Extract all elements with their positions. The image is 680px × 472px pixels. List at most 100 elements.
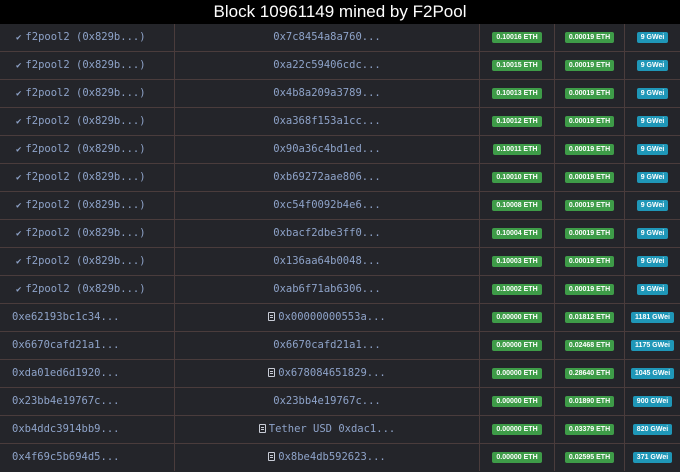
fee-cell: 0.00019 ETH — [555, 108, 625, 135]
gas-cell: 9 GWei — [625, 164, 680, 191]
table-row[interactable]: ✔ f2pool2 (0x829b...) 0xa368f153a1cc... 0.1… — [0, 108, 680, 136]
from-address-cell: ✔ f2pool2 (0x829b...) — [0, 164, 175, 191]
to-address-link[interactable]: 0xbacf2dbe3ff0... — [273, 227, 380, 239]
table-row[interactable]: ✔ f2pool2 (0x829b...) 0xc54f0092b4e6... 0.1… — [0, 192, 680, 220]
fee-badge: 0.28640 ETH — [564, 368, 615, 379]
fee-badge: 0.01812 ETH — [564, 312, 615, 323]
to-address-cell: 0xab6f71ab6306... — [175, 276, 480, 303]
gas-price-badge: 9 GWei — [636, 32, 669, 43]
from-address-link[interactable]: f2pool2 (0x829b...) — [25, 199, 145, 211]
gas-cell: 9 GWei — [625, 108, 680, 135]
to-address-cell: 0xbacf2dbe3ff0... — [175, 220, 480, 247]
fee-cell: 0.00019 ETH — [555, 164, 625, 191]
from-address-link[interactable]: f2pool2 (0x829b...) — [25, 143, 145, 155]
from-address-link[interactable]: f2pool2 (0x829b...) — [25, 283, 145, 295]
gas-price-badge: 9 GWei — [636, 228, 669, 239]
fee-cell: 0.02468 ETH — [555, 332, 625, 359]
gas-cell: 371 GWei — [625, 444, 680, 471]
table-row[interactable]: 0x4f69c5b694d5... 0x8be4db592623... 0.0000… — [0, 444, 680, 472]
to-address-link[interactable]: 0x00000000553a... — [278, 311, 385, 323]
page: Block 10961149 mined by F2Pool ✔ f2pool2 … — [0, 0, 680, 471]
from-address-link[interactable]: f2pool2 (0x829b...) — [25, 227, 145, 239]
table-row[interactable]: ✔ f2pool2 (0x829b...) 0xb69272aae806... 0.1… — [0, 164, 680, 192]
gas-price-badge: 820 GWei — [632, 424, 673, 435]
gas-price-badge: 371 GWei — [632, 452, 673, 463]
fee-cell: 0.02595 ETH — [555, 444, 625, 471]
checkmark-icon: ✔ — [16, 61, 22, 71]
from-address-link[interactable]: 0x23bb4e19767c... — [12, 395, 119, 407]
to-address-link[interactable]: 0x8be4db592623... — [278, 451, 385, 463]
fee-cell: 0.00019 ETH — [555, 80, 625, 107]
from-address-link[interactable]: 0xda01ed6d1920... — [12, 367, 119, 379]
to-address-link[interactable]: 0x4b8a209a3789... — [273, 87, 380, 99]
to-address-link[interactable]: 0xa368f153a1cc... — [273, 115, 380, 127]
table-row[interactable]: 0xda01ed6d1920... 0x678084651829... 0.0000… — [0, 360, 680, 388]
from-address-link[interactable]: f2pool2 (0x829b...) — [25, 59, 145, 71]
fee-badge: 0.03379 ETH — [564, 424, 615, 435]
from-address-link[interactable]: 0xb4ddc3914bb9... — [12, 423, 119, 435]
value-badge: 0.10004 ETH — [492, 228, 542, 239]
checkmark-icon: ✔ — [16, 173, 22, 183]
to-address-link[interactable]: 0xab6f71ab6306... — [273, 283, 380, 295]
gas-price-badge: 9 GWei — [636, 172, 669, 183]
fee-cell: 0.00019 ETH — [555, 220, 625, 247]
to-address-link[interactable]: 0x136aa64b0048... — [273, 255, 380, 267]
to-address-link[interactable]: Tether USD 0xdac1... — [269, 423, 395, 435]
from-address-link[interactable]: 0x6670cafd21a1... — [12, 339, 119, 351]
gas-cell: 9 GWei — [625, 24, 680, 51]
table-row[interactable]: 0xb4ddc3914bb9... Tether USD 0xdac1... 0.0… — [0, 416, 680, 444]
table-row[interactable]: 0x23bb4e19767c... 0x23bb4e19767c... 0.0000… — [0, 388, 680, 416]
from-address-link[interactable]: f2pool2 (0x829b...) — [25, 115, 145, 127]
checkmark-icon: ✔ — [16, 257, 22, 267]
page-title: Block 10961149 mined by F2Pool — [0, 0, 680, 24]
transactions-table: ✔ f2pool2 (0x829b...) 0x7c8454a8a760... 0.1… — [0, 24, 680, 471]
to-address-cell: 0x23bb4e19767c... — [175, 388, 480, 415]
fee-cell: 0.00019 ETH — [555, 248, 625, 275]
table-row[interactable]: ✔ f2pool2 (0x829b...) 0x136aa64b0048... 0.1… — [0, 248, 680, 276]
from-address-cell: ✔ f2pool2 (0x829b...) — [0, 52, 175, 79]
table-row[interactable]: ✔ f2pool2 (0x829b...) 0x7c8454a8a760... 0.1… — [0, 24, 680, 52]
table-row[interactable]: ✔ f2pool2 (0x829b...) 0xab6f71ab6306... 0.1… — [0, 276, 680, 304]
table-row[interactable]: ✔ f2pool2 (0x829b...) 0x4b8a209a3789... 0.1… — [0, 80, 680, 108]
from-address-link[interactable]: 0xe62193bc1c34... — [12, 311, 119, 323]
to-address-cell: 0x7c8454a8a760... — [175, 24, 480, 51]
to-address-link[interactable]: 0x23bb4e19767c... — [273, 395, 380, 407]
to-address-link[interactable]: 0xb69272aae806... — [273, 171, 380, 183]
table-row[interactable]: 0xe62193bc1c34... 0x00000000553a... 0.0000… — [0, 304, 680, 332]
table-row[interactable]: ✔ f2pool2 (0x829b...) 0xa22c59406cdc... 0.1… — [0, 52, 680, 80]
fee-badge: 0.00019 ETH — [564, 228, 615, 239]
from-address-link[interactable]: f2pool2 (0x829b...) — [25, 255, 145, 267]
from-address-cell: 0x23bb4e19767c... — [0, 388, 175, 415]
to-address-cell: 0x6670cafd21a1... — [175, 332, 480, 359]
from-address-link[interactable]: f2pool2 (0x829b...) — [25, 31, 145, 43]
to-address-link[interactable]: 0x6670cafd21a1... — [273, 339, 380, 351]
to-address-cell: 0x90a36c4bd1ed... — [175, 136, 480, 163]
from-address-cell: 0x4f69c5b694d5... — [0, 444, 175, 471]
to-address-cell: 0xb69272aae806... — [175, 164, 480, 191]
document-icon — [258, 424, 266, 433]
from-address-cell: 0xe62193bc1c34... — [0, 304, 175, 331]
document-icon — [268, 312, 276, 321]
from-address-link[interactable]: f2pool2 (0x829b...) — [25, 87, 145, 99]
table-row[interactable]: 0x6670cafd21a1... 0x6670cafd21a1... 0.0000… — [0, 332, 680, 360]
value-cell: 0.10004 ETH — [480, 220, 555, 247]
from-address-cell: 0xda01ed6d1920... — [0, 360, 175, 387]
from-address-link[interactable]: f2pool2 (0x829b...) — [25, 171, 145, 183]
table-row[interactable]: ✔ f2pool2 (0x829b...) 0xbacf2dbe3ff0... 0.1… — [0, 220, 680, 248]
fee-cell: 0.00019 ETH — [555, 136, 625, 163]
checkmark-icon: ✔ — [16, 117, 22, 127]
from-address-cell: ✔ f2pool2 (0x829b...) — [0, 220, 175, 247]
table-row[interactable]: ✔ f2pool2 (0x829b...) 0x90a36c4bd1ed... 0.1… — [0, 136, 680, 164]
to-address-link[interactable]: 0xa22c59406cdc... — [273, 59, 380, 71]
to-address-link[interactable]: 0x678084651829... — [278, 367, 385, 379]
value-cell: 0.00000 ETH — [480, 444, 555, 471]
gas-price-badge: 9 GWei — [636, 60, 669, 71]
to-address-link[interactable]: 0xc54f0092b4e6... — [273, 199, 380, 211]
to-address-link[interactable]: 0x7c8454a8a760... — [273, 31, 380, 43]
value-badge: 0.00000 ETH — [492, 340, 542, 351]
to-address-link[interactable]: 0x90a36c4bd1ed... — [273, 143, 380, 155]
fee-badge: 0.00019 ETH — [564, 116, 615, 127]
gas-cell: 1181 GWei — [625, 304, 680, 331]
from-address-link[interactable]: 0x4f69c5b694d5... — [12, 451, 119, 463]
gas-cell: 9 GWei — [625, 248, 680, 275]
